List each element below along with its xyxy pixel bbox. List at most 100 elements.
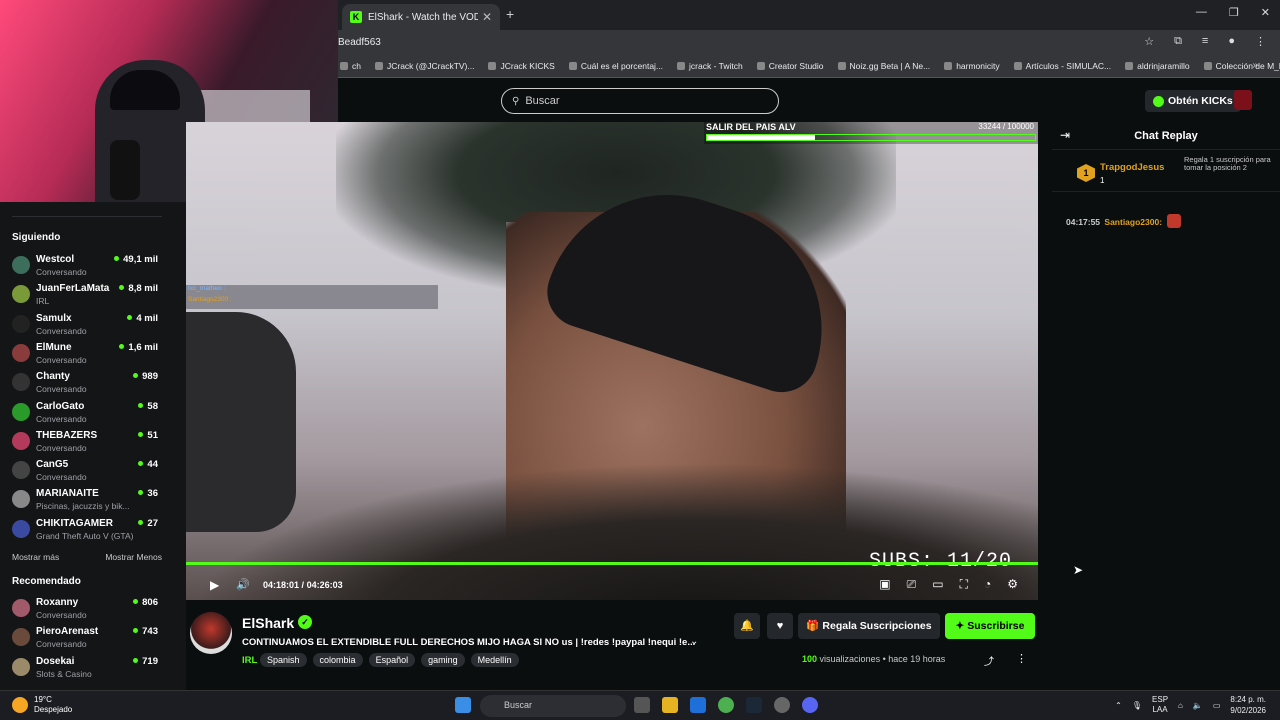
sidebar-channel-thebazers[interactable]: THEBAZERS Conversando 51 <box>12 428 162 456</box>
file-explorer-icon[interactable] <box>662 697 678 713</box>
battery-icon[interactable]: ▭ <box>1213 701 1221 710</box>
bookmark-item[interactable]: Creator Studio <box>757 61 824 71</box>
channel-name: CarloGato <box>36 400 85 412</box>
bookmark-item[interactable]: Cuál es el porcentaj... <box>569 61 663 71</box>
notifications-bell-button[interactable]: 🔔 <box>734 613 760 639</box>
bookmark-item[interactable]: Colección de M_blei... <box>1204 61 1280 71</box>
bookmark-item[interactable]: jcrack - Twitch <box>677 61 743 71</box>
subscribe-button[interactable]: ✦ Suscribirse <box>945 613 1035 639</box>
profile-icon[interactable]: ● <box>1228 35 1235 48</box>
sidebar-channel-samulx[interactable]: Samulx Conversando 4 mil <box>12 311 162 339</box>
sidebar-channel-elmune[interactable]: ElMune Conversando 1,6 mil <box>12 340 162 368</box>
tag-chip[interactable]: Spanish <box>260 653 307 667</box>
outlook-icon[interactable] <box>690 697 706 713</box>
speaker-icon[interactable]: 🔈 <box>1193 701 1203 710</box>
chat-username[interactable]: Santiago2300: <box>1104 217 1162 227</box>
close-window-icon[interactable]: ✕ <box>1261 6 1270 19</box>
share-icon[interactable]: ⤴ <box>984 653 994 668</box>
video-player[interactable]: SALIR DEL PAIS ALV 33244 / 100000 txc_ma… <box>186 122 1038 600</box>
sidebar-channel-carlogato[interactable]: CarloGato Conversando 58 <box>12 399 162 427</box>
discord-icon[interactable] <box>802 697 818 713</box>
sidebar-channel-juanferlamata[interactable]: JuanFerLaMata IRL 8,8 mil <box>12 281 162 309</box>
language-indicator[interactable]: ESP LAA <box>1152 695 1168 715</box>
sidebar-channel-pieroarenast[interactable]: PieroArenast Conversando 743 <box>12 624 162 652</box>
minimize-icon[interactable]: — <box>1196 6 1207 19</box>
start-icon[interactable] <box>455 697 471 713</box>
weather-widget[interactable]: 19°C Despejado <box>12 695 72 715</box>
bookmarks-more-icon[interactable]: » <box>1252 60 1258 71</box>
restore-icon[interactable]: ❐ <box>1229 6 1239 19</box>
gifter-username[interactable]: TrapgodJesus <box>1100 162 1164 173</box>
stream-category[interactable]: IRL <box>242 655 257 666</box>
bookmark-item[interactable]: JCrack (@JCrackTV)... <box>375 61 475 71</box>
channel-category: IRL <box>36 296 50 307</box>
tab-active[interactable]: K ElShark - Watch the VOD on Ki ✕ <box>342 4 500 30</box>
viewer-count: 44 <box>138 459 158 470</box>
clock[interactable]: 8:24 p. m. 9/02/2026 <box>1230 694 1266 716</box>
sidebar-channel-chanty[interactable]: Chanty Conversando 989 <box>12 369 162 397</box>
settings-gear-icon[interactable]: ⚙ <box>1007 577 1018 592</box>
speed-icon[interactable]: ◔ <box>984 577 991 592</box>
close-tab-icon[interactable]: ✕ <box>482 10 492 24</box>
show-more-link[interactable]: Mostrar más <box>12 552 59 562</box>
sidebar-channel-cang5[interactable]: CanG5 Conversando 44 <box>12 457 162 485</box>
volume-icon[interactable]: 🔊 <box>236 578 250 591</box>
steam-icon[interactable] <box>746 697 762 713</box>
search-input[interactable]: ⚲ Buscar <box>501 88 779 114</box>
stream-chat-overlay: txc_matheo : Santiago2300 : <box>186 285 438 309</box>
sidebar-channel-dosekai[interactable]: Dosekai Slots & Casino 719 <box>12 654 162 682</box>
tray-chevron-icon[interactable]: ⌃ <box>1115 701 1122 710</box>
bookmark-item[interactable]: JCrack KICKS <box>488 61 554 71</box>
bookmark-item[interactable]: aldrinjaramillo <box>1125 61 1189 71</box>
gift-subs-button[interactable]: 🎁 Regala Suscripciones <box>798 613 940 639</box>
chevron-down-icon[interactable]: ⌄ <box>690 636 698 647</box>
sidebar-channel-chikitagamer[interactable]: CHIKITAGAMER Grand Theft Auto V (GTA) 27 <box>12 516 162 544</box>
play-icon[interactable]: ▶ <box>210 578 219 592</box>
clock-date: 9/02/2026 <box>1230 706 1266 715</box>
task-view-icon[interactable] <box>634 697 650 713</box>
more-options-icon[interactable]: ⋮ <box>1016 652 1027 665</box>
bookmark-item[interactable]: Noiz.gg Beta | A Ne... <box>838 61 931 71</box>
chrome-icon[interactable] <box>718 697 734 713</box>
video-progress-bar[interactable] <box>186 562 1038 565</box>
channel-name: THEBAZERS <box>36 429 98 441</box>
miniplayer-icon[interactable]: ▣ <box>879 577 890 592</box>
streamer-name[interactable]: ElShark <box>242 615 294 631</box>
sidebar-channel-marianaite[interactable]: MARIANAITE Piscinas, jacuzzis y bik... 36 <box>12 486 162 514</box>
sidebar-channel-westcol[interactable]: Westcol Conversando 49,1 mil <box>12 252 162 280</box>
clip-icon[interactable]: ⎚ <box>907 577 917 592</box>
weather-temp: 19°C <box>34 695 52 704</box>
sidebar-channel-roxanny[interactable]: Roxanny Conversando 806 <box>12 595 162 623</box>
tag-chip[interactable]: gaming <box>421 653 465 667</box>
new-tab-button[interactable]: + <box>506 6 514 22</box>
media-icon[interactable]: ≡ <box>1202 35 1208 48</box>
channel-avatar <box>12 628 30 647</box>
bookmark-star-icon[interactable]: ☆ <box>1144 35 1154 48</box>
bookmark-item[interactable]: harmonicity <box>944 61 999 71</box>
menu-kebab-icon[interactable]: ⋮ <box>1255 35 1266 48</box>
tag-chip[interactable]: Español <box>368 653 416 667</box>
bookmark-item[interactable]: Artículos - SIMULAC... <box>1014 61 1112 71</box>
get-kicks-button[interactable]: Obtén KICKs <box>1145 90 1241 112</box>
stream-age: hace 19 horas <box>888 654 946 664</box>
channel-category: Slots & Casino <box>36 668 92 679</box>
tag-chip[interactable]: Medellín <box>470 653 519 667</box>
bookmark-item[interactable]: ch <box>340 61 361 71</box>
mic-icon[interactable]: 🎙 <box>1132 701 1142 710</box>
search-placeholder: Buscar <box>525 95 560 107</box>
sidebar: Siguiendo Westcol Conversando 49,1 mil Juan… <box>0 202 186 690</box>
gift-message: Regala 1 suscripción para tomar la posic… <box>1184 155 1271 172</box>
goal-title: SALIR DEL PAIS ALV <box>706 122 796 132</box>
theater-icon[interactable]: ▭ <box>932 577 943 592</box>
streamer-avatar[interactable] <box>190 612 232 654</box>
app-icon[interactable] <box>774 697 790 713</box>
extensions-icon[interactable]: ⧉ <box>1174 35 1182 48</box>
tag-chip[interactable]: colombia <box>312 653 363 667</box>
network-icon[interactable]: ⌂ <box>1178 701 1183 710</box>
fullscreen-icon[interactable]: ⛶ <box>960 577 968 592</box>
user-avatar[interactable] <box>1234 90 1252 110</box>
show-less-link[interactable]: Mostrar Menos <box>105 552 162 562</box>
url-text[interactable]: Beadf563 <box>338 37 381 48</box>
taskbar-search[interactable]: Buscar <box>480 695 626 717</box>
follow-heart-button[interactable]: ♥ <box>767 613 793 639</box>
